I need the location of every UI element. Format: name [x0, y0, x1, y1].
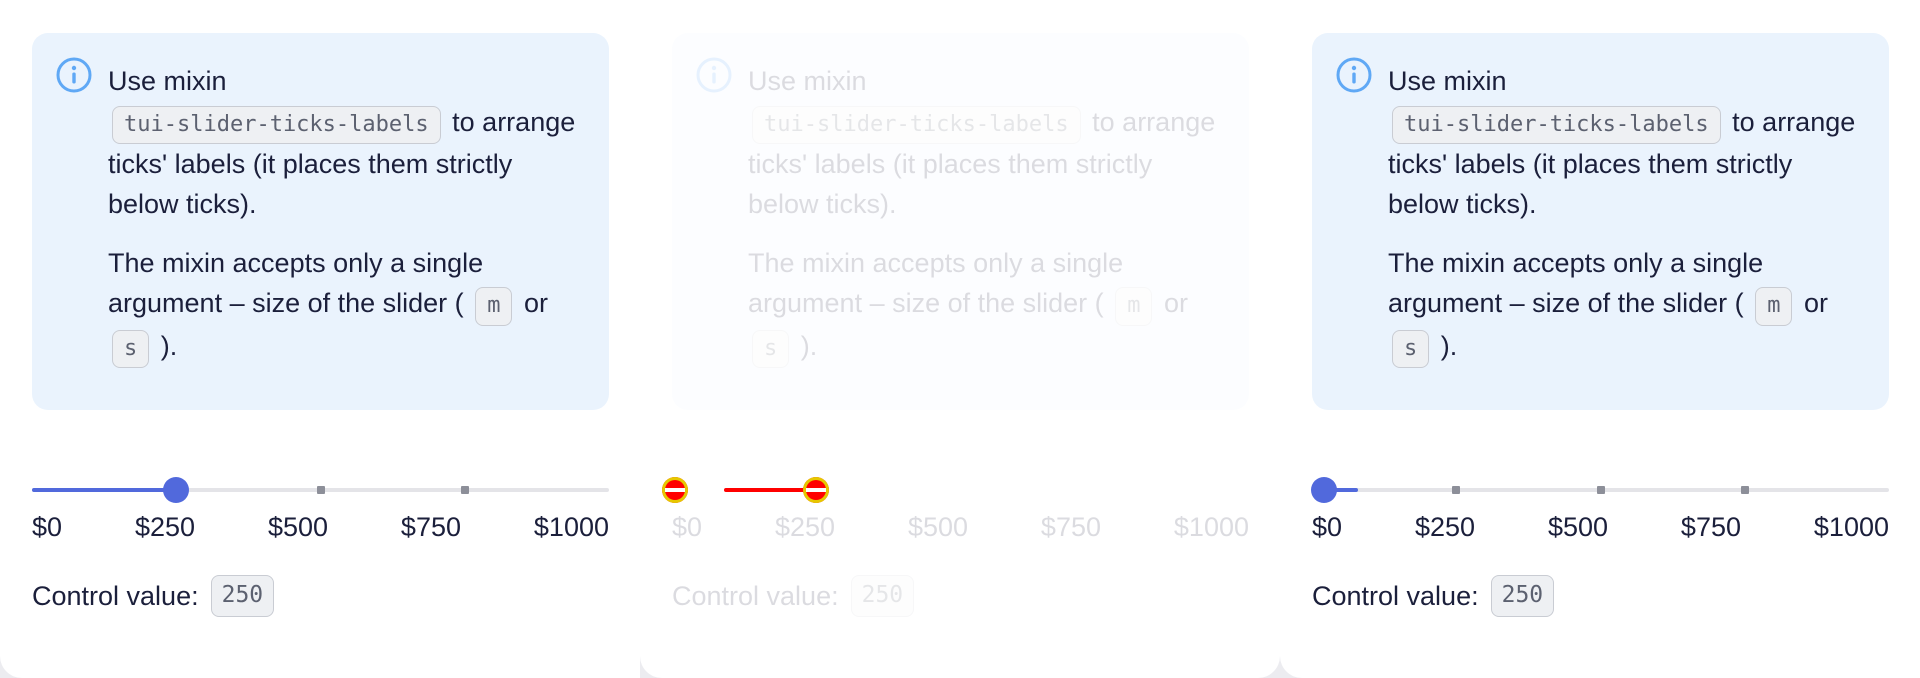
- notice-line: Use mixin: [1388, 66, 1507, 96]
- tick-label: $250: [1414, 512, 1476, 542]
- notice-line: Use mixin: [108, 66, 227, 96]
- info-icon: [56, 57, 92, 93]
- tick-label: $500: [907, 512, 969, 542]
- or-word: or: [1803, 288, 1828, 319]
- notice-end: ).: [160, 330, 178, 361]
- control-value-row: Control value: 250: [672, 574, 918, 618]
- mixin-code: tui-slider-ticks-labels: [752, 105, 1081, 144]
- tick-label: $500: [267, 512, 329, 542]
- or-word: or: [523, 288, 548, 319]
- or-word: or: [1163, 288, 1188, 319]
- slider-thumb[interactable]: [1310, 477, 1337, 503]
- tick-label: $0: [672, 512, 703, 542]
- size-m-code: m: [1115, 287, 1153, 326]
- tick-label: $250: [134, 512, 196, 542]
- tick-label: $750: [1040, 512, 1101, 542]
- slider-fill: [32, 488, 177, 492]
- tick-label: $0: [1312, 512, 1343, 542]
- size-s-code: s: [1392, 329, 1430, 369]
- mixin-code: tui-slider-ticks-labels: [1392, 105, 1721, 144]
- notice-line: The mixin accepts only a single argument…: [748, 247, 1124, 319]
- tick-labels: $0 $250 $500 $750 $1000: [32, 512, 609, 546]
- notice-text: Use mixin tui-slider-ticks-labels to arr…: [1388, 61, 1858, 369]
- size-s-code: s: [752, 329, 790, 369]
- tick-labels: $0 $250 $500 $750 $1000: [672, 512, 1249, 546]
- tick-label: $750: [400, 512, 461, 542]
- notice-text: Use mixin tui-slider-ticks-labels to arr…: [108, 61, 578, 369]
- info-notice: Use mixin tui-slider-ticks-labels to arr…: [32, 33, 609, 410]
- notice-line: The mixin accepts only a single argument…: [108, 247, 484, 319]
- control-value-row: Control value: 250: [32, 574, 278, 618]
- slider-tick: [1596, 486, 1605, 494]
- tick-label: $750: [1680, 512, 1741, 542]
- slider-thumb[interactable]: [803, 477, 830, 503]
- notice-line: The mixin accepts only a single argument…: [1388, 247, 1764, 319]
- notice-line: Use mixin: [748, 66, 867, 96]
- control-value-label: Control value:: [1312, 580, 1479, 611]
- control-value-label: Control value:: [32, 580, 199, 611]
- info-notice: Use mixin tui-slider-ticks-labels to arr…: [1312, 33, 1889, 410]
- tick-label: $1000: [1813, 512, 1889, 542]
- tick-label: $1000: [1173, 512, 1249, 542]
- notice-end: ).: [800, 330, 818, 361]
- size-s-code: s: [112, 329, 150, 369]
- control-value-label: Control value:: [672, 580, 839, 611]
- slider-tick: [1452, 486, 1461, 494]
- mixin-code: tui-slider-ticks-labels: [112, 105, 441, 144]
- size-m-code: m: [1755, 287, 1793, 326]
- tick-label: $500: [1547, 512, 1609, 542]
- info-icon: [1336, 57, 1372, 93]
- example-panel-2: Use mixin tui-slider-ticks-labels to arr…: [640, 0, 1280, 678]
- price-slider[interactable]: [32, 477, 609, 503]
- control-value-row: Control value: 250: [1312, 574, 1558, 618]
- info-icon: [696, 57, 732, 93]
- slider-thumb[interactable]: [163, 477, 190, 503]
- notice-text: Use mixin tui-slider-ticks-labels to arr…: [748, 61, 1218, 369]
- example-panel-1: Use mixin tui-slider-ticks-labels to arr…: [0, 0, 640, 678]
- example-panel-3: Use mixin tui-slider-ticks-labels to arr…: [1280, 0, 1920, 678]
- info-notice: Use mixin tui-slider-ticks-labels to arr…: [672, 33, 1249, 410]
- size-m-code: m: [475, 287, 513, 326]
- slider-tick: [1740, 486, 1749, 494]
- price-slider[interactable]: [1310, 477, 1889, 503]
- tick-label: $1000: [533, 512, 609, 542]
- control-value: 250: [1490, 575, 1555, 617]
- slider-thumb-start[interactable]: [662, 477, 689, 503]
- tick-label: $0: [32, 512, 63, 542]
- notice-end: ).: [1440, 330, 1458, 361]
- tick-label: $250: [774, 512, 836, 542]
- price-slider[interactable]: [662, 477, 1249, 503]
- control-value: 250: [210, 575, 275, 617]
- control-value: 250: [850, 575, 915, 617]
- slider-tick: [316, 486, 325, 494]
- tick-labels: $0 $250 $500 $750 $1000: [1312, 512, 1889, 546]
- slider-tick: [460, 486, 469, 494]
